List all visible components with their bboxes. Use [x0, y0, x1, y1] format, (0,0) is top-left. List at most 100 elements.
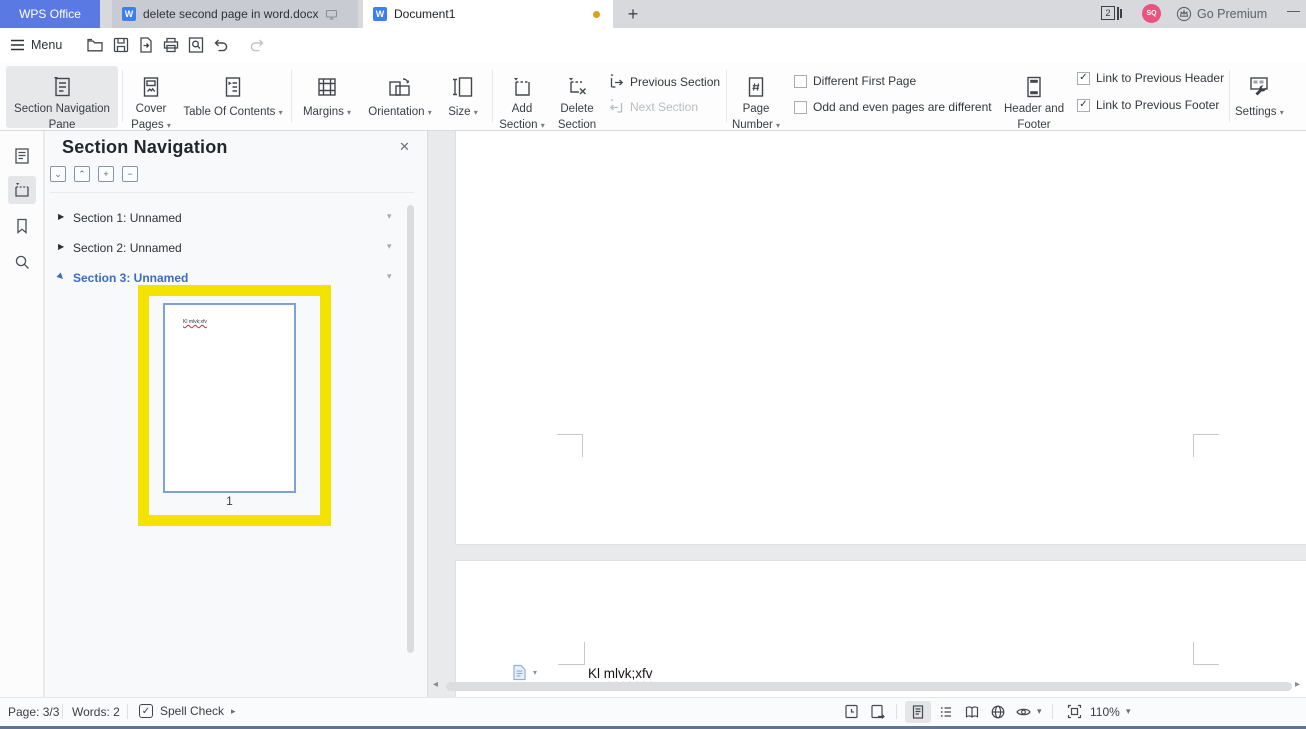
expand-all-button[interactable]: ⌄	[50, 166, 66, 182]
document-text[interactable]: Kl mlvk;xfv	[588, 666, 653, 681]
web-view-button[interactable]	[985, 701, 1011, 723]
different-first-page-checkbox[interactable]: Different First Page	[794, 74, 916, 88]
print-preview-icon[interactable]	[187, 36, 205, 54]
eye-icon	[1015, 708, 1031, 716]
settings-button[interactable]: Settings ▾	[1235, 66, 1284, 128]
wps-office-button[interactable]: WPS Office	[0, 0, 100, 28]
check-icon: ✓	[1079, 72, 1088, 83]
odd-even-pages-checkbox[interactable]: Odd and even pages are different	[794, 100, 992, 114]
book-view-button[interactable]	[959, 701, 985, 723]
document-page-2[interactable]	[455, 131, 1306, 545]
section-1-row[interactable]: ▶ Section 1: Unnamed ▾	[45, 205, 428, 235]
window-count-button[interactable]: 2	[1101, 6, 1123, 22]
spell-check-button[interactable]: ✓ Spell Check ▸	[139, 704, 236, 718]
menu-button[interactable]: Menu	[10, 33, 62, 57]
button-label: Settings	[1235, 106, 1277, 118]
outline-pane-button[interactable]	[8, 142, 36, 170]
export-pdf-icon[interactable]	[137, 36, 155, 54]
panel-title: Section Navigation	[62, 137, 228, 157]
section-pane-button-active[interactable]	[8, 176, 36, 204]
page-view-icon	[912, 705, 924, 719]
section-label: Section 1: Unnamed	[73, 211, 182, 225]
button-label: Previous Section	[630, 74, 721, 89]
zoom-level-value[interactable]: 110%	[1090, 705, 1120, 719]
header-footer-icon	[1027, 76, 1041, 98]
orientation-button[interactable]: Orientation ▾	[362, 66, 438, 128]
page-context-button[interactable]: ▾	[512, 664, 537, 681]
previous-section-icon	[610, 74, 624, 88]
minimize-button[interactable]: —	[1287, 3, 1300, 18]
scroll-left-arrow[interactable]: ◂	[433, 679, 438, 690]
horizontal-scrollbar[interactable]	[446, 682, 1292, 691]
go-premium-button[interactable]: Go Premium	[1176, 0, 1267, 28]
section-menu-caret[interactable]: ▾	[387, 271, 392, 282]
previous-section-button[interactable]: Previous Section	[608, 73, 720, 90]
table-of-contents-icon	[225, 77, 241, 97]
section-2-row[interactable]: ▶ Section 2: Unnamed ▾	[45, 235, 428, 265]
panel-scrollbar[interactable]	[407, 205, 414, 653]
collapse-triangle-icon[interactable]: ▶	[58, 242, 64, 251]
section-navigation-pane-button[interactable]: Section Navigation Pane	[6, 66, 118, 131]
expand-triangle-icon[interactable]: ▶	[56, 271, 67, 282]
link-to-previous-footer-checkbox[interactable]: ✓ Link to Previous Footer	[1077, 98, 1219, 112]
add-section-button[interactable]: Add Section ▾	[497, 66, 547, 131]
fit-page-icon[interactable]	[1066, 703, 1083, 720]
collapse-all-button[interactable]: ⌃	[74, 166, 90, 182]
button-label: Orientation	[368, 106, 425, 118]
orientation-icon	[389, 78, 410, 96]
scroll-right-arrow[interactable]: ▸	[1295, 679, 1300, 690]
delete-section-button[interactable]: Delete Section	[551, 66, 603, 131]
header-and-footer-button[interactable]: Header and Footer	[1004, 66, 1064, 131]
view-mode-caret[interactable]: ▾	[1037, 706, 1042, 717]
eye-protect-view-button[interactable]	[1010, 701, 1036, 723]
page-settings-icon	[513, 664, 526, 681]
misspelled-text-run: mlvk;xfv	[603, 666, 653, 681]
save-icon[interactable]	[112, 36, 130, 54]
new-tab-button[interactable]: +	[621, 2, 645, 26]
thumbnail-text: Kl mlvk;xfv	[183, 319, 207, 325]
find-pane-button[interactable]	[8, 248, 36, 276]
open-file-icon[interactable]	[86, 36, 104, 54]
button-label: Next Section	[630, 99, 699, 114]
document-canvas[interactable]: ▾ Kl mlvk;xfv ◂ ▸	[429, 131, 1306, 697]
bookmark-pane-button[interactable]	[8, 212, 36, 240]
page-context-caret: ▾	[533, 668, 538, 677]
section-menu-caret[interactable]: ▾	[387, 211, 392, 222]
spell-check-icon: ✓	[139, 704, 153, 718]
margins-button[interactable]: Margins ▾	[296, 66, 358, 128]
remove-section-small-button[interactable]: −	[122, 166, 138, 182]
button-label: Margins	[302, 106, 344, 118]
extract-page-icon[interactable]	[869, 703, 886, 720]
checkbox-label: Link to Previous Header	[1096, 71, 1225, 85]
add-section-small-button[interactable]: +	[98, 166, 114, 182]
user-avatar[interactable]: SQ	[1142, 4, 1161, 23]
page-view-button[interactable]	[905, 701, 931, 723]
table-of-contents-button[interactable]: Table Of Contents ▾	[180, 66, 286, 128]
cover-pages-button[interactable]: Cover Pages ▾	[126, 66, 176, 131]
ribbon-section-tab: Section Navigation Pane Cover Pages ▾ Ta…	[0, 62, 1306, 131]
link-to-previous-header-checkbox[interactable]: ✓ Link to Previous Header	[1077, 71, 1224, 85]
zoom-level-caret[interactable]: ▾	[1126, 706, 1131, 717]
outline-view-button[interactable]	[933, 701, 959, 723]
size-button[interactable]: Size ▾	[441, 66, 485, 128]
section-menu-caret[interactable]: ▾	[387, 241, 392, 252]
settings-wrench-icon	[1250, 77, 1268, 96]
margin-corner-mark	[557, 434, 583, 457]
page-thumbnail-selected[interactable]: Kl mlvk;xfv	[163, 303, 296, 493]
close-panel-icon[interactable]: ✕	[399, 139, 410, 155]
collapse-triangle-icon[interactable]: ▶	[58, 212, 64, 221]
next-section-icon	[609, 99, 623, 113]
task-window-icon[interactable]	[843, 703, 860, 720]
undo-icon[interactable]	[212, 36, 230, 54]
print-icon[interactable]	[162, 36, 180, 54]
checkbox-label: Different First Page	[813, 74, 917, 88]
document-page-3[interactable]	[455, 560, 1306, 697]
word-count[interactable]: Words: 2	[72, 705, 120, 719]
document-tab-active[interactable]: W Document1	[363, 0, 613, 28]
next-section-button[interactable]: Next Section	[608, 98, 698, 115]
redo-icon[interactable]	[248, 36, 266, 54]
check-icon: ✓	[1079, 99, 1088, 110]
document-tab-label: delete second page in word.docx	[143, 7, 319, 21]
page-number-button[interactable]: Page Number ▾	[731, 66, 781, 131]
document-tab-inactive[interactable]: W delete second page in word.docx	[112, 0, 358, 28]
